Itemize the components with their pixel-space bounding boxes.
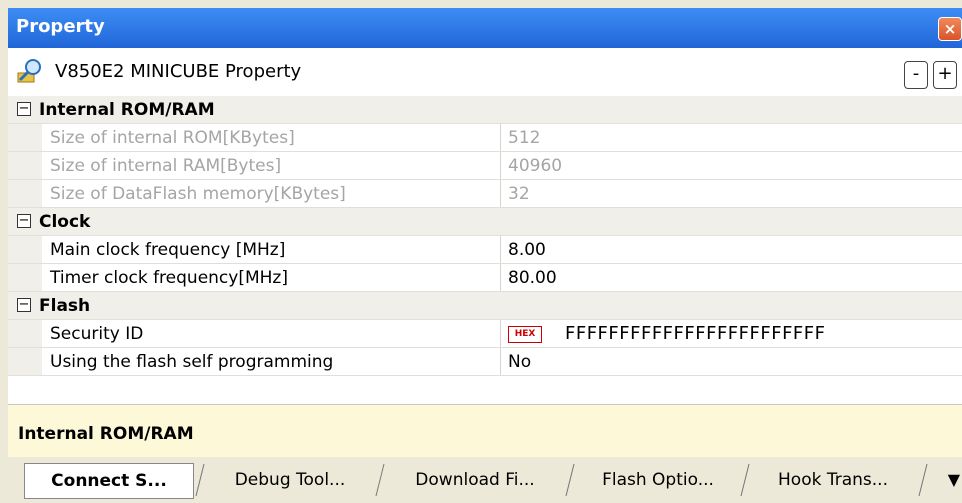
tab-separator [565, 463, 575, 497]
tab-strip: Connect S... Debug Tool... Download Fi..… [8, 457, 962, 503]
property-name: Using the flash self programming [50, 352, 334, 372]
property-name: Size of internal ROM[KBytes] [50, 128, 295, 148]
property-name: Timer clock frequency[MHz] [50, 268, 288, 288]
property-name: Size of DataFlash memory[KBytes] [50, 184, 346, 204]
property-header: V850E2 MINICUBE Property - + [8, 48, 962, 97]
property-value[interactable]: 8.00 [508, 240, 546, 260]
category-flash[interactable]: − Flash [8, 292, 962, 320]
tab-separator [740, 463, 750, 497]
property-row[interactable]: Size of DataFlash memory[KBytes] 32 [8, 180, 962, 208]
tab-separator [195, 463, 205, 497]
expand-all-button[interactable]: + [933, 61, 957, 89]
property-value[interactable]: FFFFFFFFFFFFFFFFFFFFFFFF [565, 323, 825, 344]
property-icon [17, 59, 41, 83]
property-row[interactable]: Security ID HEX FFFFFFFFFFFFFFFFFFFFFFFF [8, 320, 962, 348]
property-value: 512 [508, 128, 541, 148]
property-header-title: V850E2 MINICUBE Property [55, 61, 302, 82]
property-row[interactable]: Size of internal ROM[KBytes] 512 [8, 124, 962, 152]
hex-badge-icon: HEX [508, 326, 542, 343]
category-internal-rom-ram[interactable]: − Internal ROM/RAM [8, 96, 962, 124]
property-value: 40960 [508, 156, 563, 176]
panel-titlebar: Property × [8, 8, 962, 48]
category-clock[interactable]: − Clock [8, 208, 962, 236]
property-name: Main clock frequency [MHz] [50, 240, 286, 260]
category-label: Flash [39, 296, 91, 316]
property-row[interactable]: Timer clock frequency[MHz] 80.00 [8, 264, 962, 292]
tab-hook-transaction-settings[interactable]: Hook Trans... [753, 463, 913, 497]
property-value: 32 [508, 184, 530, 204]
property-grid: − Internal ROM/RAM Size of internal ROM[… [8, 96, 962, 404]
tab-overflow-icon[interactable]: ▼ [948, 470, 960, 489]
close-button[interactable]: × [938, 17, 962, 41]
collapse-toggle-icon[interactable]: − [17, 298, 31, 312]
tab-separator [375, 463, 385, 497]
panel-title: Property [16, 16, 105, 37]
collapse-toggle-icon[interactable]: − [17, 214, 31, 228]
collapse-all-button[interactable]: - [904, 61, 928, 89]
category-label: Internal ROM/RAM [39, 100, 215, 120]
property-row[interactable]: Using the flash self programming No [8, 348, 962, 376]
tab-connect-settings[interactable]: Connect S... [24, 463, 194, 499]
tab-flash-options-settings[interactable]: Flash Optio... [580, 463, 736, 497]
category-label: Clock [39, 212, 91, 232]
collapse-toggle-icon[interactable]: − [17, 102, 31, 116]
property-row[interactable]: Main clock frequency [MHz] 8.00 [8, 236, 962, 264]
property-name: Size of internal RAM[Bytes] [50, 156, 282, 176]
tab-separator [918, 463, 928, 497]
tab-debug-tool-settings[interactable]: Debug Tool... [210, 463, 370, 497]
description-text: Internal ROM/RAM [18, 424, 194, 444]
property-row[interactable]: Size of internal RAM[Bytes] 40960 [8, 152, 962, 180]
property-value[interactable]: No [508, 352, 531, 372]
property-value[interactable]: 80.00 [508, 268, 557, 288]
property-name: Security ID [50, 324, 144, 344]
description-pane: Internal ROM/RAM [8, 404, 962, 458]
tab-download-file-settings[interactable]: Download Fi... [390, 463, 560, 497]
